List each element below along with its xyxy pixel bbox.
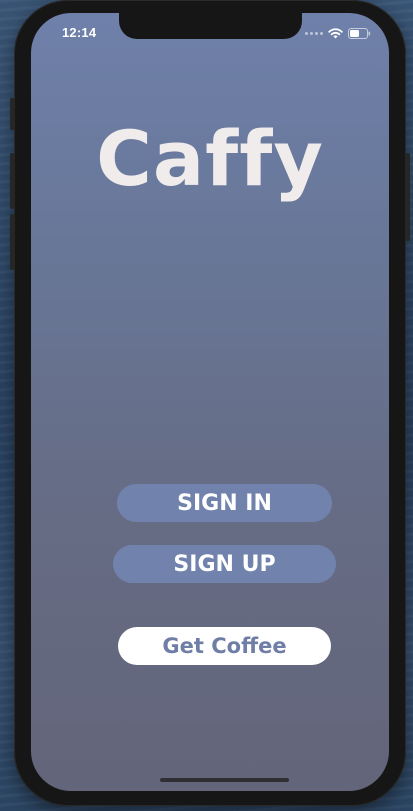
signal-dots-icon xyxy=(305,31,323,35)
wifi-icon xyxy=(328,27,343,38)
phone-frame: 12:14 Caffy SIGN IN SIGN UP Get Coffee xyxy=(10,0,410,806)
volume-down-button xyxy=(10,214,15,270)
mute-switch xyxy=(10,98,15,130)
status-icons xyxy=(305,26,371,40)
get-coffee-button[interactable]: Get Coffee xyxy=(118,627,331,665)
sign-in-button[interactable]: SIGN IN xyxy=(117,484,332,522)
power-button xyxy=(405,153,410,241)
battery-icon xyxy=(348,27,371,39)
volume-up-button xyxy=(10,153,15,209)
sign-up-button[interactable]: SIGN UP xyxy=(113,545,336,583)
app-screen: 12:14 Caffy SIGN IN SIGN UP Get Coffee xyxy=(31,13,389,791)
home-indicator[interactable] xyxy=(160,778,289,782)
notch xyxy=(119,13,302,39)
app-title: Caffy xyxy=(96,114,324,203)
status-time: 12:14 xyxy=(62,25,97,40)
